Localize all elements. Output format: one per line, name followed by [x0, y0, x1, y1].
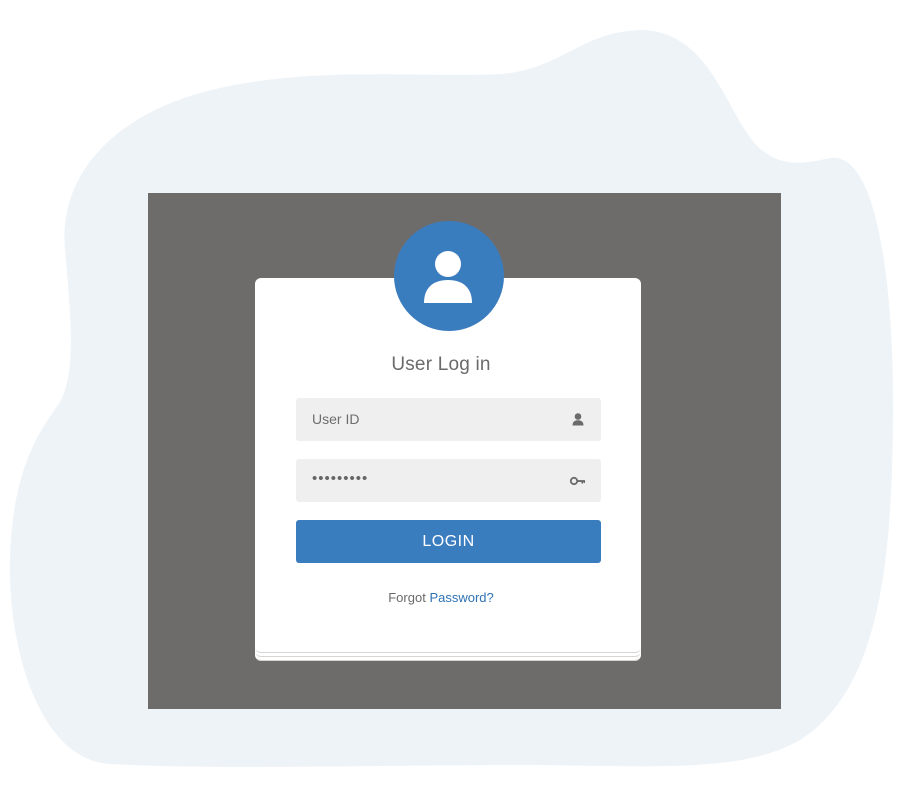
password-value: ••••••••• [312, 470, 369, 487]
login-illustration: User Log in User ID ••••••••• LOGIN Forg… [0, 0, 900, 800]
password-field[interactable]: ••••••••• [296, 459, 601, 502]
forgot-password-link[interactable]: Password? [429, 590, 493, 605]
forgot-prefix: Forgot [388, 590, 426, 605]
user-icon [424, 251, 472, 303]
avatar [394, 221, 504, 331]
user-icon [572, 413, 584, 426]
forgot-password: Forgot Password? [255, 590, 627, 605]
key-icon [569, 476, 585, 486]
login-title: User Log in [391, 354, 491, 375]
login-button[interactable]: LOGIN [296, 520, 601, 563]
userid-placeholder: User ID [312, 411, 360, 427]
userid-field[interactable]: User ID [296, 398, 601, 441]
